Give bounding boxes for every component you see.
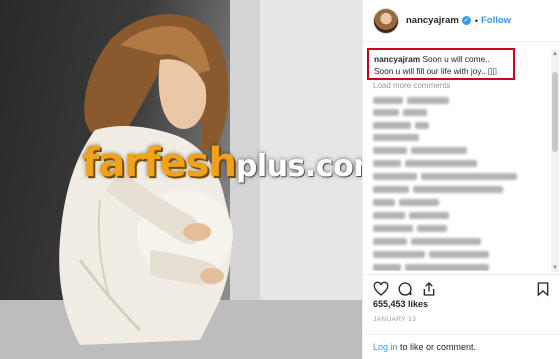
comment-icon[interactable] (397, 281, 413, 297)
post-header: nancyajram ✓ • Follow (363, 0, 560, 42)
comments-section: nancyajram Soon u will come.. Soon u wil… (363, 43, 560, 271)
blurred-comment (373, 238, 481, 247)
login-link[interactable]: Log in (373, 342, 398, 352)
blurred-comment (373, 173, 517, 182)
blurred-comment (373, 186, 503, 195)
footer-comment-text: comment. (436, 342, 477, 352)
post-actions-bar (363, 274, 560, 302)
post-photo[interactable]: farfeshplus.com (0, 0, 362, 359)
blurred-comment (373, 134, 419, 143)
caption-username[interactable]: nancyajram (374, 54, 420, 64)
caption-highlight-box: nancyajram Soon u will come.. Soon u wil… (367, 48, 515, 80)
blurred-comment (373, 212, 449, 221)
blurred-comment (373, 160, 477, 169)
header-username[interactable]: nancyajram (406, 15, 459, 26)
comments-scrollbar[interactable]: ▲ ▼ (551, 50, 559, 272)
blurred-comment (373, 122, 429, 131)
login-footer: Log in to like or comment. (363, 334, 560, 359)
blurred-comment (373, 264, 489, 271)
post-date: JANUARY 13 (373, 316, 417, 323)
bookmark-icon[interactable] (535, 281, 551, 297)
blurred-comment (373, 147, 467, 156)
caption-emojis: ▯▯ (487, 66, 497, 76)
blurred-comment (373, 225, 447, 234)
blurred-comment (373, 109, 427, 118)
footer-middle-text: to like or (397, 342, 437, 352)
load-more-comments-button[interactable]: Load more comments (373, 81, 450, 90)
blurred-comment (373, 97, 449, 106)
photo-illustration (0, 0, 362, 359)
post-side-panel: nancyajram ✓ • Follow nancyajram Soon u … (362, 0, 560, 359)
avatar[interactable] (373, 7, 399, 34)
scroll-down-arrow-icon[interactable]: ▼ (551, 264, 559, 272)
scrollbar-thumb[interactable] (552, 72, 558, 152)
follow-button[interactable]: Follow (481, 15, 511, 26)
heart-icon[interactable] (373, 281, 389, 297)
scroll-up-arrow-icon[interactable]: ▲ (551, 50, 559, 58)
blurred-comment (373, 251, 489, 260)
caption-text-line2: Soon u will fill our life with joy.. (374, 66, 488, 76)
blurred-comment (373, 199, 439, 208)
verified-badge-icon: ✓ (461, 16, 471, 25)
separator-dot: • (474, 15, 478, 26)
likes-count[interactable]: 655,453 likes (373, 299, 428, 309)
share-icon[interactable] (421, 281, 437, 297)
caption-text-line1: Soon u will come.. (422, 54, 490, 64)
